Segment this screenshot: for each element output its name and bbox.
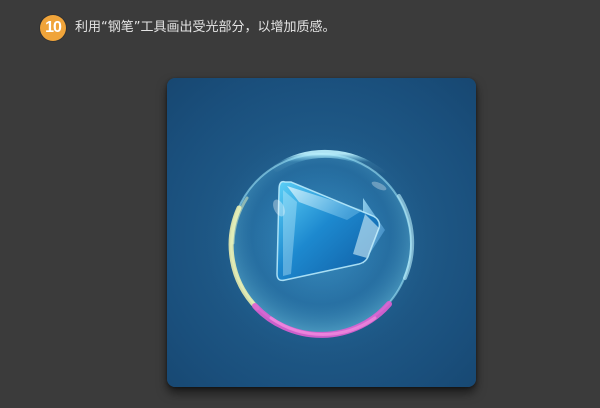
step-number-badge: 10	[40, 15, 66, 41]
step-header: 10 利用“钢笔”工具画出受光部分，以增加质感。	[40, 14, 335, 42]
artwork-panel	[167, 78, 476, 387]
glass-bubble-play-icon	[201, 124, 441, 364]
step-instruction-text: 利用“钢笔”工具画出受光部分，以增加质感。	[75, 20, 336, 35]
